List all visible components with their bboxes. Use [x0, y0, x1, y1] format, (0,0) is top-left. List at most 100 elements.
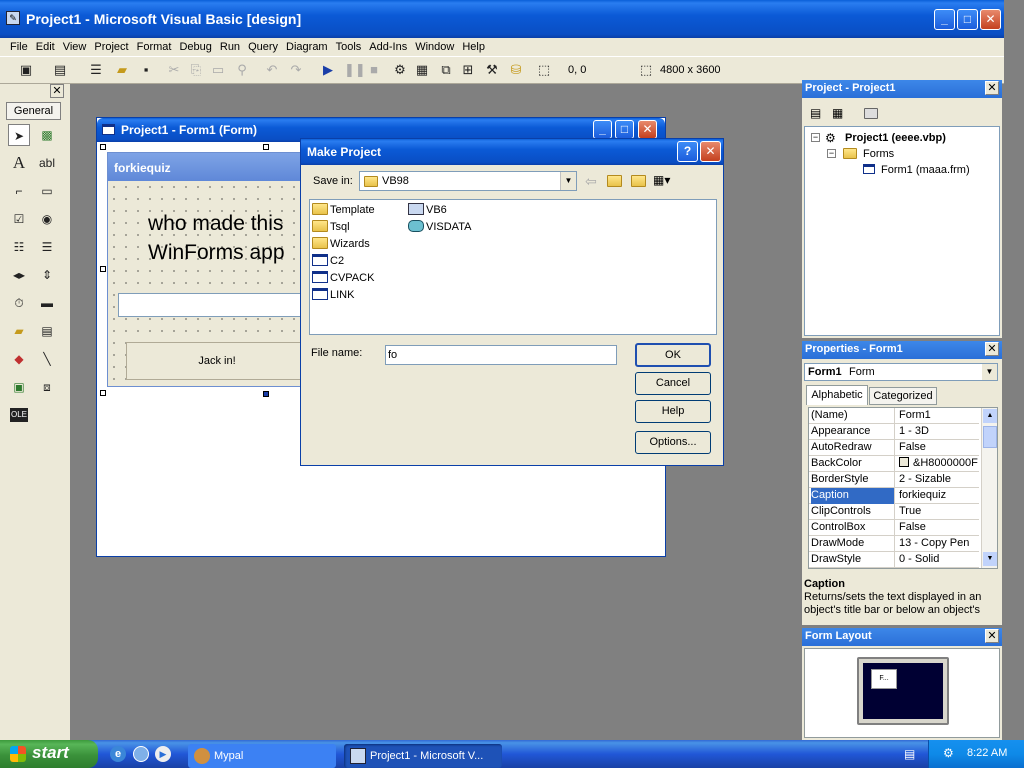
property-row[interactable]: ControlBox False	[809, 520, 979, 536]
close-button[interactable]: ✕	[980, 9, 1001, 30]
view-object-icon[interactable]: ▦	[832, 106, 843, 120]
property-row[interactable]: Caption forkiequiz	[809, 488, 979, 504]
ok-button[interactable]: OK	[635, 343, 711, 367]
menu-run[interactable]: Run	[216, 38, 244, 56]
selection-handle[interactable]	[100, 266, 106, 272]
find-icon[interactable]: ⚲	[234, 62, 250, 78]
redo-icon[interactable]: ↷	[288, 62, 304, 78]
property-row[interactable]: ClipControls True	[809, 504, 979, 520]
maximize-button[interactable]: □	[957, 9, 978, 30]
new-folder-icon[interactable]	[631, 175, 646, 187]
line-tool-icon[interactable]: ╲	[36, 348, 58, 370]
menu-tools[interactable]: Tools	[332, 38, 366, 56]
filelistbox-tool-icon[interactable]: ▤	[36, 320, 58, 342]
cut-icon[interactable]: ✂	[166, 62, 182, 78]
menu-help[interactable]: Help	[458, 38, 489, 56]
property-row[interactable]: Appearance 1 - 3D	[809, 424, 979, 440]
open-project-icon[interactable]: ▰	[114, 62, 130, 78]
property-row[interactable]: (Name) Form1	[809, 408, 979, 424]
end-icon[interactable]: ■	[366, 62, 382, 78]
list-item[interactable]: CVPACK	[312, 270, 374, 286]
menu-window[interactable]: Window	[411, 38, 458, 56]
picturebox-tool-icon[interactable]: ▩	[36, 124, 58, 146]
menu-file[interactable]: File	[6, 38, 32, 56]
toolbox-tab-general[interactable]: General	[6, 102, 61, 120]
file-list[interactable]: Template Tsql Wizards C2 CVPACK LINK VB6…	[309, 199, 717, 335]
back-icon[interactable]: ⇦	[585, 173, 597, 190]
save-project-icon[interactable]: ▪	[138, 62, 154, 78]
menu-edit[interactable]: Edit	[32, 38, 59, 56]
tree-expand-icon[interactable]: −	[811, 133, 820, 142]
properties-panel-close-icon[interactable]: ✕	[985, 342, 999, 356]
project-panel-close-icon[interactable]: ✕	[985, 81, 999, 95]
shape-tool-icon[interactable]: ◆	[8, 348, 30, 370]
file-name-input[interactable]	[385, 345, 617, 365]
selection-handle[interactable]	[100, 390, 106, 396]
property-value[interactable]: 2 - Sizable	[899, 472, 979, 488]
keyboard-indicator-icon[interactable]: ▤	[904, 747, 915, 761]
hscrollbar-tool-icon[interactable]: ◂▸	[8, 264, 30, 286]
break-icon[interactable]: ❚❚	[344, 62, 366, 78]
cancel-button[interactable]: Cancel	[635, 372, 711, 395]
tab-alphabetic[interactable]: Alphabetic	[806, 385, 868, 405]
paste-icon[interactable]: ▭	[210, 62, 226, 78]
menu-project[interactable]: Project	[90, 38, 132, 56]
optionbutton-tool-icon[interactable]: ◉	[36, 208, 58, 230]
property-value[interactable]: False	[899, 520, 979, 536]
pointer-tool-icon[interactable]: ➤	[8, 124, 30, 146]
property-value[interactable]: 1 - 3D	[899, 424, 979, 440]
image-tool-icon[interactable]: ▣	[8, 376, 30, 398]
property-value[interactable]: Form1	[899, 408, 979, 424]
media-quicklaunch-icon[interactable]: ▶	[155, 746, 171, 762]
drivelistbox-tool-icon[interactable]: ▬	[36, 292, 58, 314]
taskbar-mypal[interactable]: Mypal	[188, 744, 336, 768]
help-button[interactable]: Help	[635, 400, 711, 423]
start-button[interactable]: start	[0, 740, 98, 768]
data-view-icon[interactable]: ⛁	[508, 62, 524, 78]
property-value[interactable]: 0 - Solid	[899, 552, 979, 568]
properties-panel-title-bar[interactable]: Properties - Form1 ✕	[802, 341, 1002, 359]
property-row[interactable]: BorderStyle 2 - Sizable	[809, 472, 979, 488]
undo-icon[interactable]: ↶	[264, 62, 280, 78]
list-item[interactable]: LINK	[312, 287, 354, 303]
tree-project-root[interactable]: Project1 (eeee.vbp)	[845, 132, 946, 144]
form-layout-title-bar[interactable]: Form Layout ✕	[802, 628, 1002, 646]
question-label[interactable]: who made this WinForms app	[148, 209, 308, 267]
designer-minimize-button[interactable]: _	[593, 120, 612, 139]
dirlistbox-tool-icon[interactable]: ▰	[8, 320, 30, 342]
toggle-folders-icon[interactable]	[864, 108, 878, 119]
combobox-tool-icon[interactable]: ☷	[8, 236, 30, 258]
dialog-close-button[interactable]: ✕	[700, 141, 721, 162]
add-project-icon[interactable]: ▣	[18, 62, 34, 78]
property-row[interactable]: BackColor &H8000000F	[809, 456, 979, 472]
selection-handle[interactable]	[263, 391, 269, 397]
selection-handle[interactable]	[100, 144, 106, 150]
menu-addins[interactable]: Add-Ins	[365, 38, 411, 56]
dialog-help-button[interactable]: ?	[677, 141, 698, 162]
scroll-thumb[interactable]	[983, 426, 997, 448]
property-row[interactable]: AutoRedraw False	[809, 440, 979, 456]
menu-view[interactable]: View	[59, 38, 91, 56]
property-value[interactable]: 13 - Copy Pen	[899, 536, 979, 552]
tray-network-icon[interactable]: ⚙	[943, 746, 954, 760]
menu-debug[interactable]: Debug	[175, 38, 215, 56]
label-tool-icon[interactable]: A	[8, 152, 30, 174]
listbox-tool-icon[interactable]: ☰	[36, 236, 58, 258]
dialog-title-bar[interactable]: Make Project ? ✕	[301, 139, 723, 165]
project-panel-title-bar[interactable]: Project - Project1 ✕	[802, 80, 1002, 98]
tree-collapse-icon[interactable]: −	[827, 149, 836, 158]
property-value[interactable]: &H8000000F	[899, 456, 979, 472]
textbox-tool-icon[interactable]: abl	[36, 152, 58, 174]
menu-format[interactable]: Format	[133, 38, 176, 56]
timer-tool-icon[interactable]: ⏱	[8, 292, 30, 314]
answer-textbox[interactable]	[118, 293, 308, 317]
jack-in-button[interactable]: Jack in!	[126, 342, 308, 380]
taskbar-vb-project[interactable]: Project1 - Microsoft V...	[344, 744, 502, 768]
designer-maximize-button[interactable]: □	[615, 120, 634, 139]
project-explorer-icon[interactable]: ⚙	[392, 62, 408, 78]
menu-diagram[interactable]: Diagram	[282, 38, 332, 56]
frame-tool-icon[interactable]: ⌐	[8, 180, 30, 202]
list-item[interactable]: Tsql	[312, 219, 350, 235]
browser-quicklaunch-icon[interactable]	[133, 746, 149, 762]
design-form[interactable]: forkiequiz who made this WinForms app Ja…	[107, 152, 308, 387]
